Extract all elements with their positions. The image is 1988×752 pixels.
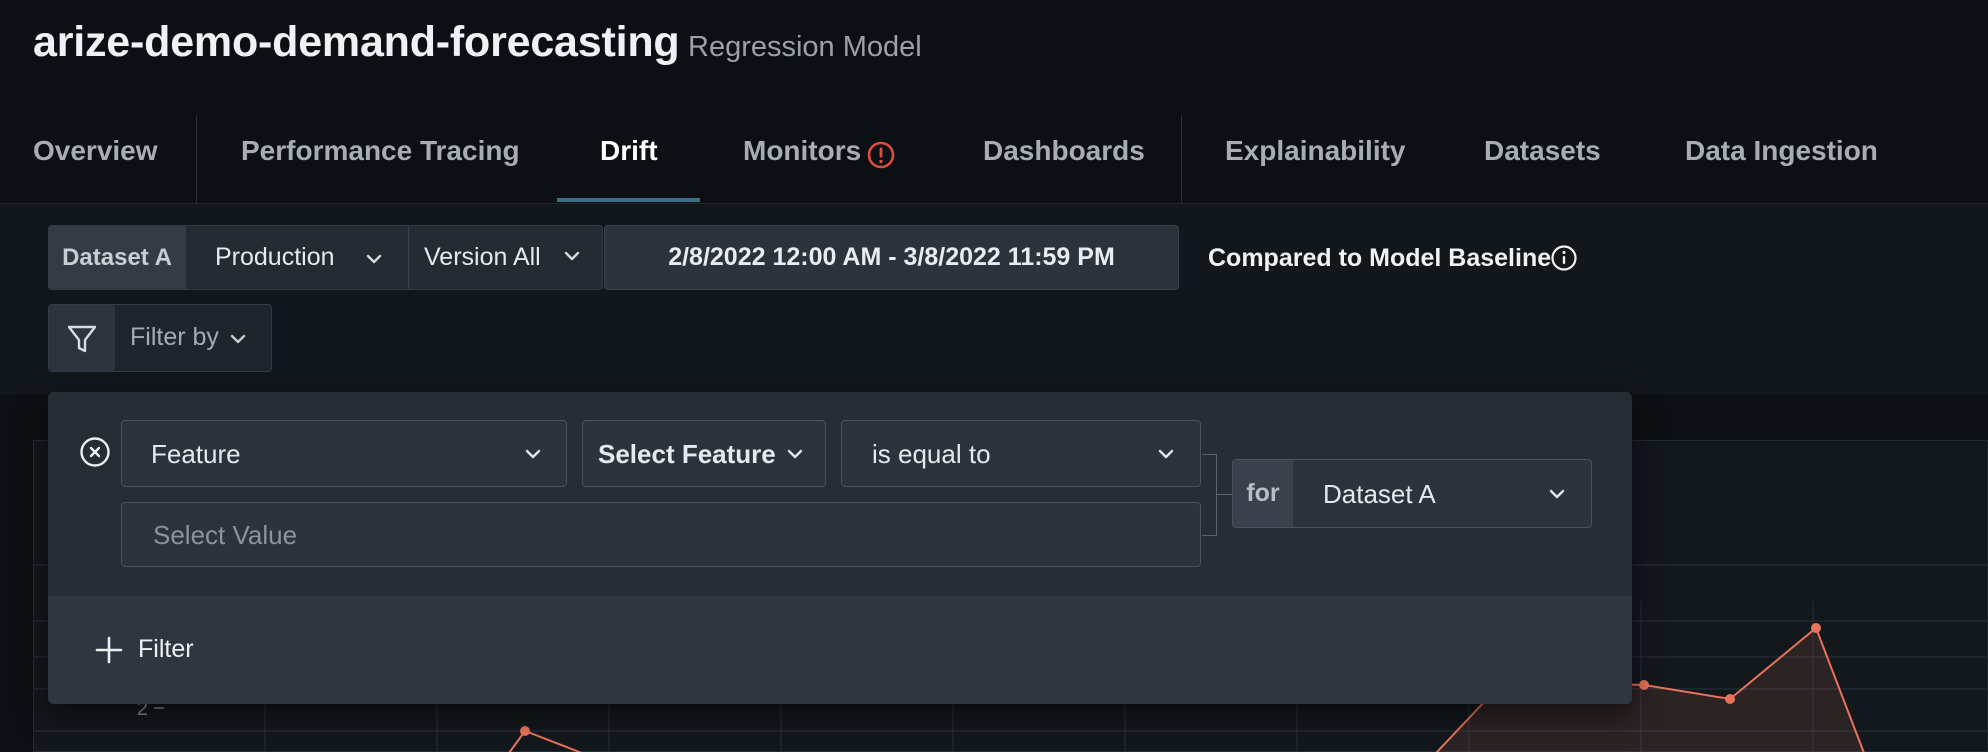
tab-overview[interactable]: Overview	[33, 135, 158, 167]
model-type-label: Regression Model	[688, 31, 922, 63]
nav-tabs: Overview Performance Tracing Drift Monit…	[0, 95, 1988, 203]
filter-by-label[interactable]: Filter by	[130, 323, 219, 352]
for-dataset-value[interactable]: Dataset A	[1323, 479, 1436, 510]
add-filter-button[interactable]: Filter	[138, 635, 194, 664]
dimension-type-value[interactable]: Feature	[151, 439, 241, 470]
drift-line	[508, 729, 583, 752]
chevron-down-icon[interactable]	[563, 250, 581, 262]
tab-divider	[196, 115, 197, 203]
baseline-label: Compared to Model Baseline	[1208, 244, 1552, 272]
tab-divider	[1181, 115, 1182, 203]
bracket-line	[1202, 454, 1217, 455]
funnel-icon	[67, 325, 97, 353]
bracket-line	[1202, 535, 1217, 536]
tab-explainability[interactable]: Explainability	[1225, 135, 1406, 167]
operator-value[interactable]: is equal to	[872, 439, 991, 470]
chevron-down-icon[interactable]	[786, 448, 804, 460]
active-tab-indicator	[557, 198, 700, 202]
chevron-down-icon[interactable]	[1548, 488, 1566, 500]
chevron-down-icon[interactable]	[365, 253, 383, 265]
chevron-down-icon[interactable]	[229, 333, 247, 345]
tab-monitors[interactable]: Monitors	[743, 135, 861, 167]
environment-dropdown[interactable]: Production	[215, 243, 335, 272]
data-point	[520, 726, 530, 736]
data-point	[1725, 694, 1735, 704]
version-dropdown[interactable]: Version All	[424, 243, 541, 272]
bracket-line	[1216, 494, 1232, 495]
filter-popup-footer	[48, 596, 1632, 704]
data-point	[1639, 680, 1649, 690]
model-title: arize-demo-demand-forecasting	[33, 18, 680, 66]
filter-value-placeholder[interactable]: Select Value	[153, 520, 297, 551]
chevron-down-icon[interactable]	[524, 448, 542, 460]
divider	[408, 226, 409, 289]
feature-select-value[interactable]: Select Feature	[598, 439, 776, 470]
filter-icon-box[interactable]	[49, 305, 115, 371]
dataset-tag: Dataset A	[48, 225, 186, 290]
bracket-line	[1216, 454, 1217, 536]
remove-filter-icon[interactable]	[79, 436, 111, 468]
tab-data-ingestion[interactable]: Data Ingestion	[1685, 135, 1878, 167]
tab-performance-tracing[interactable]: Performance Tracing	[241, 135, 520, 167]
alert-icon	[867, 141, 895, 169]
info-icon[interactable]	[1550, 244, 1578, 272]
plus-icon[interactable]	[94, 635, 124, 665]
tab-datasets[interactable]: Datasets	[1484, 135, 1601, 167]
data-point	[1811, 623, 1821, 633]
chevron-down-icon[interactable]	[1157, 448, 1175, 460]
tab-drift[interactable]: Drift	[600, 135, 658, 167]
tab-dashboards[interactable]: Dashboards	[983, 135, 1145, 167]
date-range-picker[interactable]: 2/8/2022 12:00 AM - 3/8/2022 11:59 PM	[604, 225, 1179, 290]
for-label: for	[1233, 460, 1293, 527]
